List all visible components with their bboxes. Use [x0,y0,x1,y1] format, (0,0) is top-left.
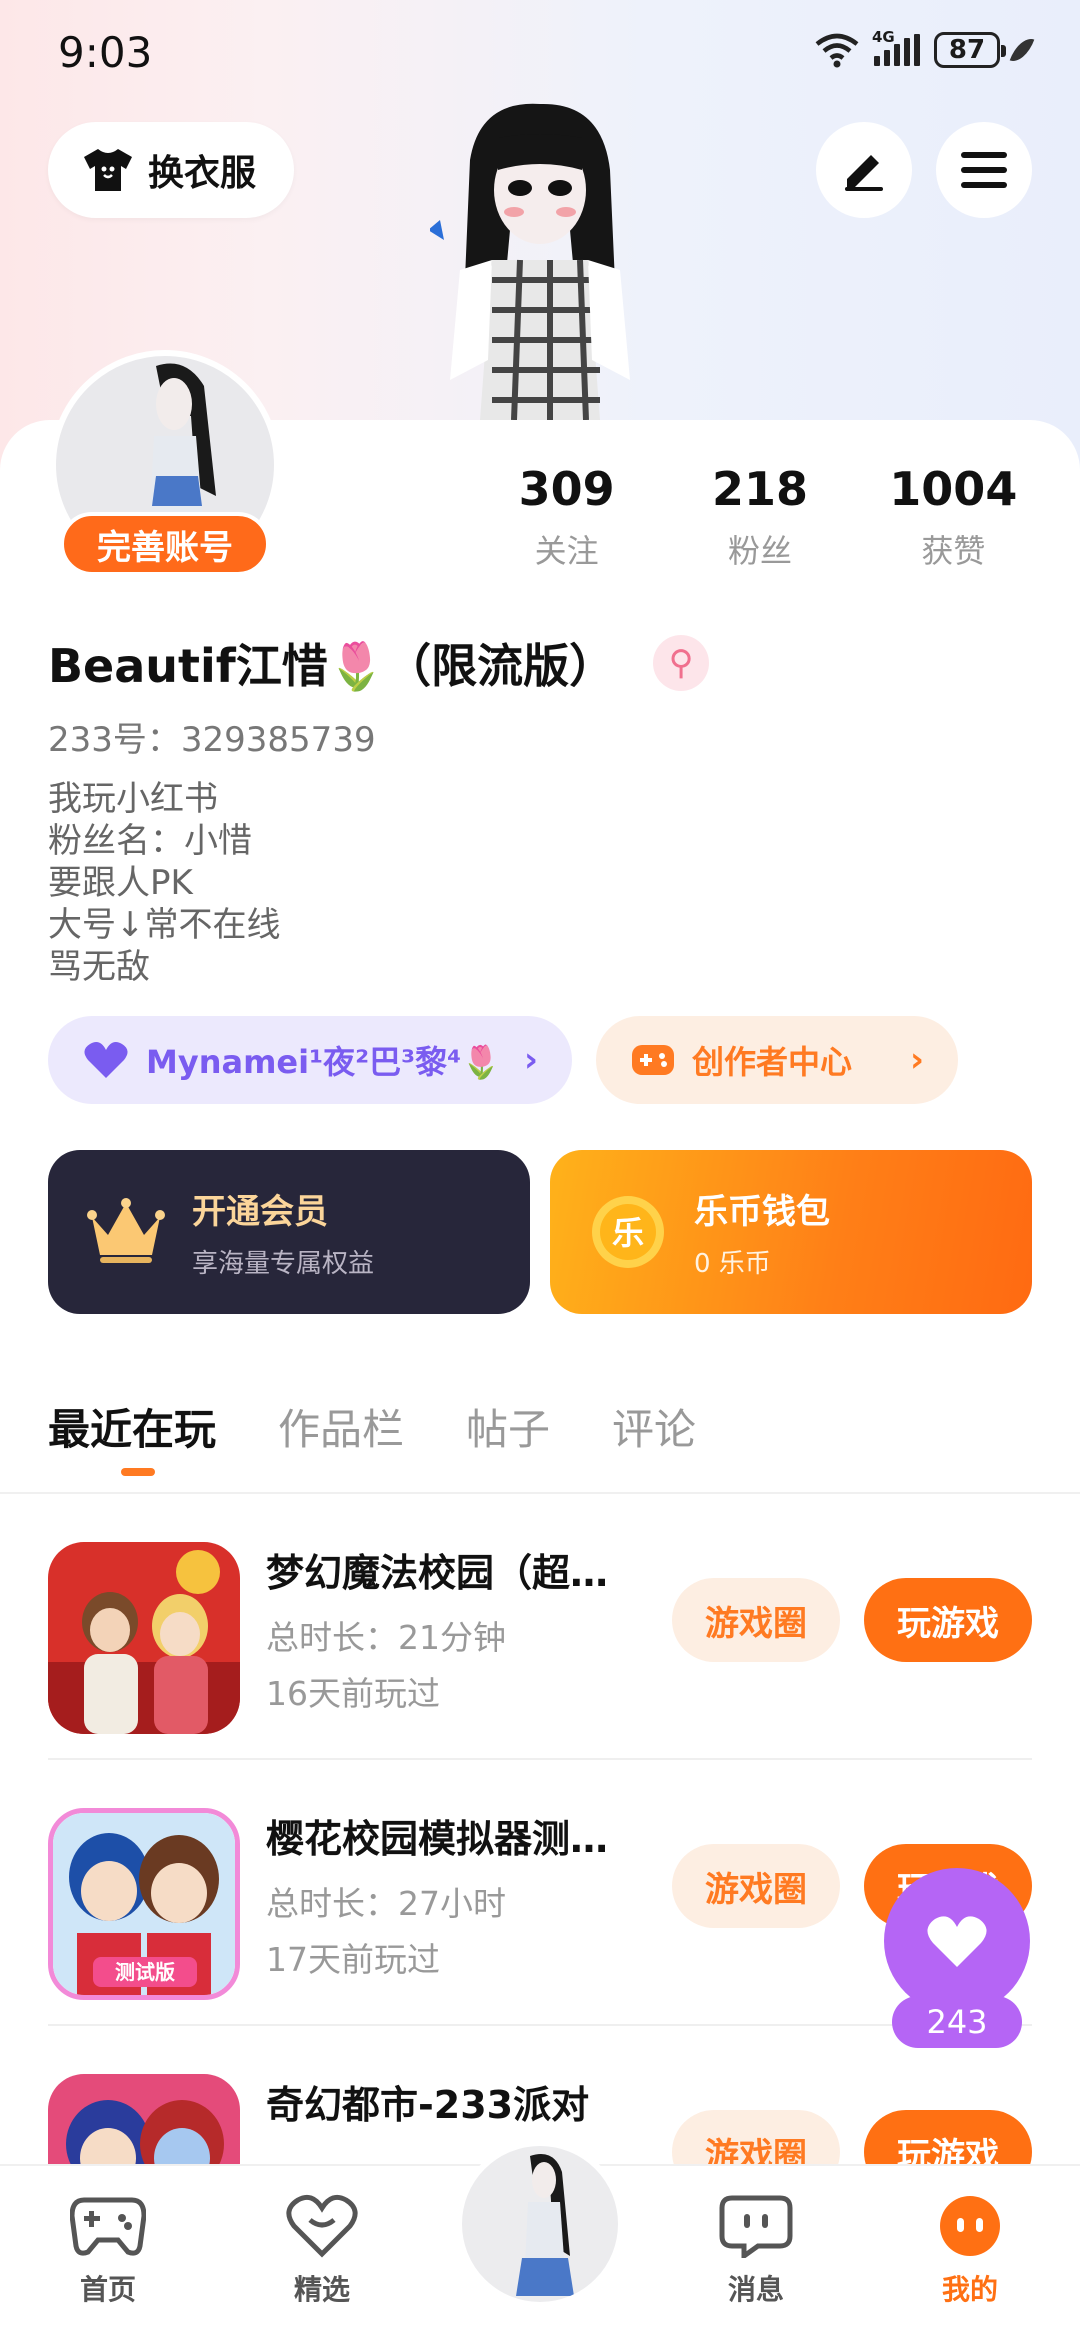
game-title: 樱花校园模拟器测… [266,1817,609,1861]
chevron-right-icon: › [909,1040,924,1080]
network-type: 4G [872,28,895,46]
game-title: 梦幻魔法校园（超… [266,1551,609,1595]
bio-line: 要跟人PK [48,863,193,903]
game-circle-button[interactable]: 游戏圈 [672,2110,840,2164]
profile-tabs: 最近在玩 作品栏 帖子 评论 [48,1396,696,1457]
battery-indicator: 87 [934,32,1006,68]
game-icon: 测试版 [48,1808,240,2000]
wallet-title: 乐币钱包 [694,1192,830,1232]
game-last-played: 17天前玩过 [266,1940,440,1979]
game-title: 奇幻都市-233派对 [266,2083,590,2127]
gamepad-icon [632,1045,674,1075]
coin-glyph: 乐 [612,1214,644,1252]
heart-icon [927,1916,987,1967]
game-list-item[interactable]: 测试版 樱花校园模拟器测… 总时长：27小时 17天前玩过 游戏圈 玩游戏 [48,1760,1032,2026]
menu-icon [961,152,1007,188]
status-icons: 4G 87 [814,28,1035,68]
user-id: 233号：329385739 [48,720,376,760]
stat-likes[interactable]: 1004 获赞 [857,462,1050,572]
bio-line: 粉丝名：小惜 [48,821,252,861]
game-info: 梦幻魔法校园（超… 总时长：21分钟 16天前玩过 [266,1542,666,1715]
fan-group-label: Mynamei¹夜²巴³黎⁴🌷 [146,1043,502,1081]
profile-face-icon [940,2196,1000,2256]
game-duration: 总时长：27小时 [266,1884,506,1923]
stat-likes-number: 1004 [889,462,1018,516]
stat-following-number: 309 [518,462,615,516]
game-icon [48,1542,240,1734]
edit-profile-button[interactable] [816,122,912,218]
profile-bio: 我玩小红书 粉丝名：小惜 要跟人PK 大号↓常不在线 骂无敌 [48,778,281,988]
avatar-character-figure [430,103,630,420]
heart-icon [84,1042,128,1078]
stat-likes-label: 获赞 [921,532,986,570]
game-list-item[interactable]: 梦幻魔法校园（超… 总时长：21分钟 16天前玩过 游戏圈 玩游戏 [48,1494,1032,1760]
menu-button[interactable] [936,122,1032,218]
wifi-icon [815,33,859,68]
status-bar: 9:03 4G 87 [0,0,1080,110]
status-time: 9:03 [58,28,153,77]
membership-subtitle: 享海量专属权益 [192,1249,375,1279]
bio-line: 骂无敌 [48,947,150,987]
chat-icon [719,2195,793,2261]
coin-wallet-card[interactable]: 乐 乐币钱包 0 乐币 [550,1150,1032,1314]
game-info: 樱花校园模拟器测… 总时长：27小时 17天前玩过 [266,1808,666,1981]
stat-following-label: 关注 [534,532,599,570]
nav-home-label: 首页 [79,2273,136,2306]
floating-like-button[interactable] [884,1868,1030,2014]
chevron-right-icon: › [523,1040,538,1080]
wallet-balance: 0 乐币 [694,1249,771,1279]
nav-me-label: 我的 [941,2273,998,2306]
stat-followers[interactable]: 218 粉丝 [663,462,856,572]
stat-following[interactable]: 309 关注 [470,462,663,572]
gamepad-icon [69,2197,147,2256]
change-outfit-label: 换衣服 [148,153,257,194]
active-tab-indicator [121,1468,155,1476]
play-game-button[interactable]: 玩游戏 [864,1578,1032,1662]
game-duration: 总时长：21分钟 [266,1618,506,1657]
membership-title: 开通会员 [192,1192,328,1232]
tab-comments[interactable]: 评论 [612,1396,696,1457]
pen-icon [845,155,883,191]
game-circle-button[interactable]: 游戏圈 [672,1844,840,1928]
tab-works[interactable]: 作品栏 [278,1396,404,1457]
bio-line: 我玩小红书 [48,779,218,819]
cellular-signal-icon: 4G [872,28,920,66]
fan-group-button[interactable]: Mynamei¹夜²巴³黎⁴🌷 › [48,1016,572,1104]
nav-avatar-button[interactable] [456,2140,624,2308]
game-info: 奇幻都市-233派对 [266,2074,666,2129]
tab-posts[interactable]: 帖子 [466,1396,550,1457]
nav-featured[interactable]: 精选 [262,2194,382,2308]
nav-me[interactable]: 我的 [910,2194,1030,2308]
game-icon [48,2074,240,2164]
change-outfit-button[interactable]: 换衣服 [48,122,294,218]
complete-account-button[interactable]: 完善账号 [60,512,270,576]
heart-icon [286,2194,358,2258]
female-gender-icon: ⚲ [653,635,710,691]
play-game-button[interactable]: 玩游戏 [864,2110,1032,2164]
username-row: Beautif江惜🌷（限流版） ⚲ [48,630,710,696]
creator-center-label: 创作者中心 [692,1043,853,1081]
like-count: 243 [892,1996,1022,2048]
bio-line: 大号↓常不在线 [48,905,281,945]
nav-messages-label: 消息 [727,2273,784,2306]
profile-stats: 309 关注 218 粉丝 1004 获赞 [470,462,1050,572]
test-version-label: 测试版 [115,1960,175,1984]
game-last-played: 16天前玩过 [266,1674,440,1713]
nav-messages[interactable]: 消息 [696,2194,816,2308]
tshirt-icon [84,149,132,191]
leaf-icon [1009,34,1035,66]
tab-recently-played[interactable]: 最近在玩 [48,1396,216,1457]
open-membership-card[interactable]: 开通会员 享海量专属权益 [48,1150,530,1314]
avatar-figure-icon [516,2154,574,2296]
creator-center-button[interactable]: 创作者中心 › [596,1016,958,1104]
nav-featured-label: 精选 [293,2273,350,2306]
game-circle-button[interactable]: 游戏圈 [672,1578,840,1662]
stat-followers-label: 粉丝 [727,532,792,570]
coin-icon: 乐 [592,1196,664,1268]
username: Beautif江惜🌷（限流版） [48,639,616,693]
crown-icon [87,1198,165,1263]
stat-followers-number: 218 [711,462,808,516]
nav-home[interactable]: 首页 [48,2194,168,2308]
